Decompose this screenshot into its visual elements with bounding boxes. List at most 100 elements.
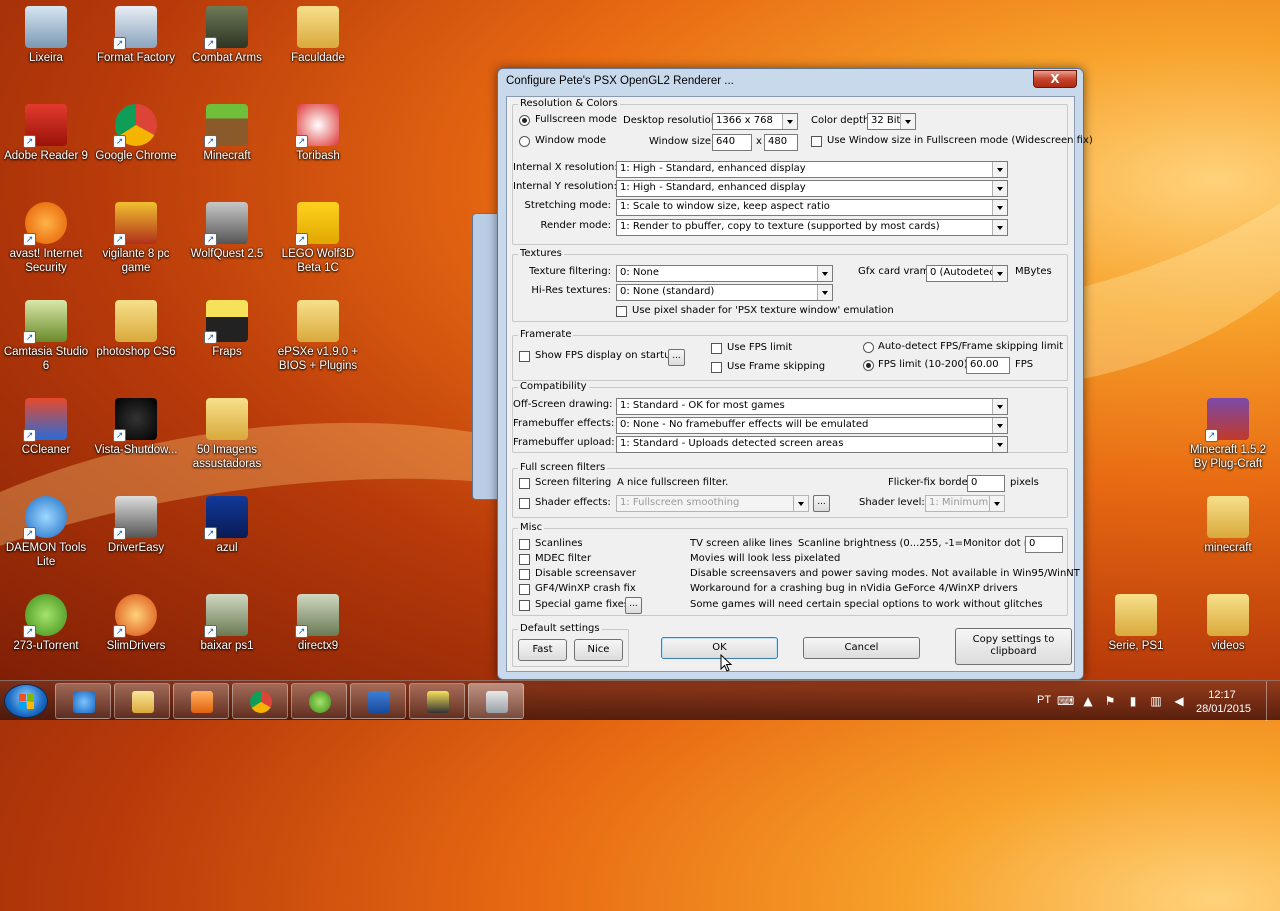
texture-filtering-select[interactable]: 0: None [616,265,833,282]
shader-level-select[interactable]: 1: Minimum [925,495,1005,512]
desktop-icon[interactable]: ↗ 273-uTorrent [0,588,92,653]
desktop-icon[interactable]: 50 Imagens assustadoras [181,392,273,471]
special-fixes-options-button[interactable]: ... [625,597,642,614]
nice-defaults-button[interactable]: Nice [574,639,623,661]
crash-fix-checkbox[interactable] [519,584,530,595]
show-fps-checkbox[interactable] [519,351,530,362]
taskbar-word-button[interactable] [350,683,406,719]
stretching-select[interactable]: 1: Scale to window size, keep aspect rat… [616,199,1008,216]
chevron-down-icon [793,496,808,511]
taskbar-explorer-button[interactable] [114,683,170,719]
render-mode-select[interactable]: 1: Render to pbuffer, copy to texture (s… [616,219,1008,236]
taskbar-epsxe-button[interactable] [468,683,524,719]
frame-skip-checkbox[interactable] [711,362,722,373]
desktop-icon[interactable]: ↗ LEGO Wolf3D Beta 1C [272,196,364,275]
desktop-icon[interactable]: ↗ Combat Arms [181,0,273,65]
taskbar-ie-button[interactable] [55,683,111,719]
color-depth-select[interactable]: 32 Bit [867,113,916,130]
flicker-field[interactable]: 0 [967,475,1005,492]
misc-item-label: Scanlines [535,538,583,549]
minecraft-icon: ↗ [204,104,248,148]
internal-x-select[interactable]: 1: High - Standard, enhanced display [616,161,1008,178]
fps-limit-checkbox[interactable] [711,343,722,354]
shader-effects-select[interactable]: 1: Fullscreen smoothing [616,495,809,512]
desktop-icon[interactable]: ↗ Format Factory [90,0,182,65]
fb-effects-select[interactable]: 0: None - No framebuffer effects will be… [616,417,1008,434]
fps-display-options-button[interactable]: ... [668,349,685,366]
keyboard-icon[interactable]: ⌨ [1057,694,1074,708]
offscreen-select[interactable]: 1: Standard - OK for most games [616,398,1008,415]
fb-effects-value: 0: None - No framebuffer effects will be… [620,419,869,430]
hires-select[interactable]: 0: None (standard) [616,284,833,301]
show-hidden-icons-icon[interactable]: ▲ [1081,694,1095,708]
show-desktop-button[interactable] [1266,681,1280,721]
desktop-icon[interactable]: Lixeira [0,0,92,65]
vram-select[interactable]: 0 (Autodetect) [926,265,1008,282]
clock[interactable]: 12:17 28/01/2015 [1196,688,1251,716]
taskbar-fraps-button[interactable] [409,683,465,719]
desktop-icon[interactable]: ↗ azul [181,490,273,555]
screen-filtering-checkbox[interactable] [519,478,530,489]
window-mode-radio[interactable] [519,136,530,147]
desktop-icon[interactable]: ePSXe v1.9.0 + BIOS + Plugins [272,294,364,373]
desktop-icon[interactable]: ↗ CCleaner [0,392,92,457]
desktop-icon[interactable]: ↗ Toribash [272,98,364,163]
fb-upload-select[interactable]: 1: Standard - Uploads detected screen ar… [616,436,1008,453]
desktop-icon[interactable]: ↗ Minecraft [181,98,273,163]
desktop-icon[interactable]: ↗ Adobe Reader 9 [0,98,92,163]
desktop-resolution-select[interactable]: 1366 x 768 [712,113,798,130]
fullscreen-radio[interactable] [519,115,530,126]
desktop-icon[interactable]: ↗ Vista-Shutdow... [90,392,182,457]
desktop-icon[interactable]: videos [1182,588,1274,653]
copy-settings-button[interactable]: Copy settings to clipboard [955,628,1072,665]
desktop-icon[interactable]: ↗ SlimDrivers [90,588,182,653]
window-width-field[interactable]: 640 [712,134,752,151]
background-window[interactable] [472,213,500,500]
shader-effects-checkbox[interactable] [519,498,530,509]
fps-limit-radio[interactable] [863,360,874,371]
close-button[interactable]: X [1033,70,1077,88]
desktop-icon[interactable]: ↗ Camtasia Studio 6 [0,294,92,373]
desktop-icon[interactable]: minecraft [1182,490,1274,555]
action-center-flag-icon[interactable]: ⚑ [1103,694,1117,708]
internal-y-select[interactable]: 1: High - Standard, enhanced display [616,180,1008,197]
start-button[interactable] [4,684,48,718]
windows-logo-icon [19,694,34,709]
taskbar-utorrent-button[interactable] [291,683,347,719]
volume-icon[interactable]: ◀ [1172,694,1186,708]
window-height-field[interactable]: 480 [764,134,798,151]
utorrent-icon: ↗ [23,594,67,638]
mdec-filter-checkbox[interactable] [519,554,530,565]
scanline-brightness-field[interactable]: 0 [1025,536,1063,553]
shader-options-button[interactable]: ... [813,495,830,512]
desktop-icon[interactable]: ↗ avast! Internet Security [0,196,92,275]
cancel-button[interactable]: Cancel [803,637,920,659]
desktop-icon[interactable]: ↗ directx9 [272,588,364,653]
desktop-icon[interactable]: ↗ Google Chrome [90,98,182,163]
desktop-icon[interactable]: ↗ Fraps [181,294,273,359]
desktop-icon[interactable]: Serie, PS1 [1090,588,1182,653]
autodetect-fps-radio[interactable] [863,342,874,353]
network-icon[interactable]: ▥ [1149,694,1163,708]
taskbar-chrome-button[interactable] [232,683,288,719]
fast-defaults-button[interactable]: Fast [518,639,567,661]
desktop-icon[interactable]: ↗ baixar ps1 [181,588,273,653]
desktop-icon[interactable]: ↗ vigilante 8 pc game [90,196,182,275]
desktop-icon[interactable]: ↗ DriverEasy [90,490,182,555]
battery-icon[interactable]: ▮ [1126,694,1140,708]
fps-limit-field[interactable]: 60.00 [966,357,1010,374]
shortcut-arrow-icon: ↗ [23,135,36,148]
desktop-icon[interactable]: Faculdade [272,0,364,65]
special-fixes-checkbox[interactable] [519,600,530,611]
widescreen-checkbox[interactable] [811,136,822,147]
desktop-icon-label: Serie, PS1 [1108,640,1164,652]
desktop-icon[interactable]: photoshop CS6 [90,294,182,359]
pixel-shader-checkbox[interactable] [616,306,627,317]
desktop-icon[interactable]: ↗ Minecraft 1.5.2 By Plug-Craft [1182,392,1274,471]
taskbar-media-player-button[interactable] [173,683,229,719]
scanlines-checkbox[interactable] [519,539,530,550]
language-indicator[interactable]: PT [1037,694,1051,708]
desktop-icon[interactable]: ↗ WolfQuest 2.5 [181,196,273,261]
disable-screensaver-checkbox[interactable] [519,569,530,580]
desktop-icon[interactable]: ↗ DAEMON Tools Lite [0,490,92,569]
